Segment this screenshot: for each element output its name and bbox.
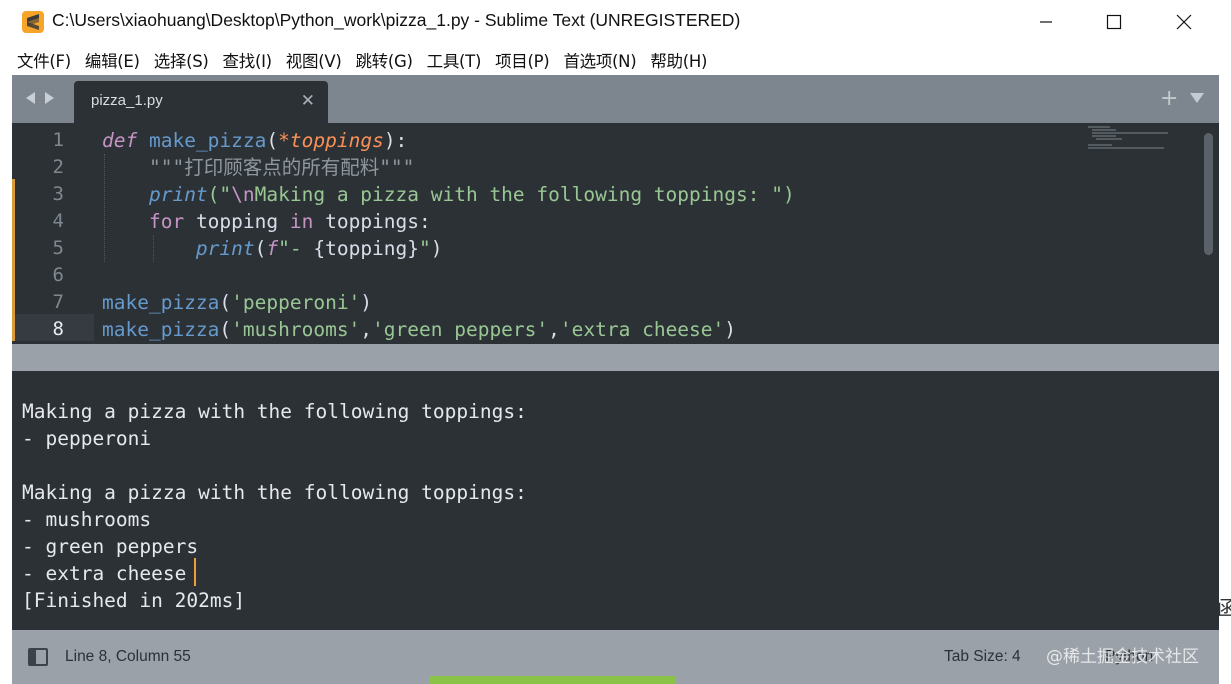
tab-nav-arrows: [24, 91, 56, 105]
line-number: 5: [52, 237, 64, 259]
output-line: - mushrooms: [22, 508, 152, 531]
tab-close-icon[interactable]: ✕: [301, 91, 315, 111]
code-line-5: print(f"- {topping}"): [195, 237, 443, 260]
menu-tools[interactable]: 工具(T): [427, 48, 482, 72]
code-line-4: for topping in toppings:: [148, 210, 431, 233]
menu-view[interactable]: 视图(V): [286, 48, 342, 72]
line-number: 4: [52, 210, 64, 232]
tab-pizza-1[interactable]: pizza_1.py ✕: [74, 81, 328, 123]
text-caret: [194, 558, 196, 586]
tab-bar: pizza_1.py ✕ +: [12, 75, 1219, 123]
tab-menu-chevron-down-icon[interactable]: [1189, 92, 1205, 104]
menu-edit[interactable]: 编辑(E): [85, 48, 140, 72]
menu-help[interactable]: 帮助(H): [650, 48, 707, 72]
new-tab-plus-icon[interactable]: +: [1160, 86, 1178, 111]
minimize-icon: [1040, 21, 1052, 23]
output-line: - pepperoni: [22, 427, 152, 450]
output-line: - green peppers: [22, 535, 199, 558]
maximize-icon: [1106, 14, 1122, 30]
menu-project[interactable]: 项目(P): [495, 48, 550, 72]
output-line: [Finished in 202ms]: [22, 589, 246, 612]
tab-label: pizza_1.py: [91, 92, 163, 109]
code-line-7: make_pizza('pepperoni'): [102, 291, 373, 314]
close-button[interactable]: [1150, 0, 1218, 44]
code-editor[interactable]: 1 2 3 4 5 6 7 8 def make_pizza(*toppings…: [12, 123, 1219, 344]
editor-scrollbar[interactable]: [1204, 133, 1213, 255]
maximize-button[interactable]: [1080, 0, 1148, 44]
watermark: @稀土掘金技术社区: [1046, 647, 1199, 667]
menu-selection[interactable]: 选择(S): [154, 48, 209, 72]
menu-find[interactable]: 查找(I): [223, 48, 273, 72]
arrow-left-icon[interactable]: [24, 91, 36, 105]
arrow-right-icon[interactable]: [44, 91, 56, 105]
background-window-left-edge: [0, 75, 12, 684]
title-bar: C:\Users\xiaohuang\Desktop\Python_work\p…: [0, 0, 1231, 44]
code-line-8: make_pizza('mushrooms','green peppers','…: [102, 318, 737, 341]
line-number: 6: [52, 264, 64, 286]
menu-goto[interactable]: 跳转(G): [355, 48, 412, 72]
code-line-1: def make_pizza(*toppings):: [102, 129, 408, 152]
close-icon: [1176, 14, 1192, 30]
output-line: Making a pizza with the following toppin…: [22, 400, 527, 423]
sublime-text-icon: [22, 11, 44, 33]
line-number: 1: [52, 129, 64, 151]
panel-splitter[interactable]: [12, 344, 1219, 371]
menu-preferences[interactable]: 首选项(N): [563, 48, 636, 72]
line-number: 7: [52, 291, 64, 313]
output-line: Making a pizza with the following toppin…: [22, 481, 527, 504]
code-line-3: print("\nMaking a pizza with the followi…: [148, 183, 795, 206]
menu-file[interactable]: 文件(F): [17, 48, 71, 72]
cursor-position: Line 8, Column 55: [65, 648, 191, 665]
code-line-2: """打印顾客点的所有配料""": [148, 156, 415, 179]
minimap[interactable]: [1086, 125, 1186, 165]
line-number-active: 8: [52, 318, 64, 340]
background-green-strip: [430, 676, 676, 684]
toggle-panel-icon[interactable]: [28, 648, 48, 666]
minimize-button[interactable]: [1012, 0, 1080, 44]
build-output-panel[interactable]: Making a pizza with the following toppin…: [12, 371, 1219, 630]
tab-size-indicator[interactable]: Tab Size: 4: [944, 648, 1021, 666]
window-title: C:\Users\xiaohuang\Desktop\Python_work\p…: [52, 10, 741, 30]
background-glyph: 函: [1217, 596, 1231, 620]
output-line: - extra cheese: [22, 562, 187, 585]
line-number: 3: [52, 183, 64, 205]
menu-bar: 文件(F) 编辑(E) 选择(S) 查找(I) 视图(V) 跳转(G) 工具(T…: [0, 44, 1231, 75]
line-number: 2: [52, 156, 64, 178]
